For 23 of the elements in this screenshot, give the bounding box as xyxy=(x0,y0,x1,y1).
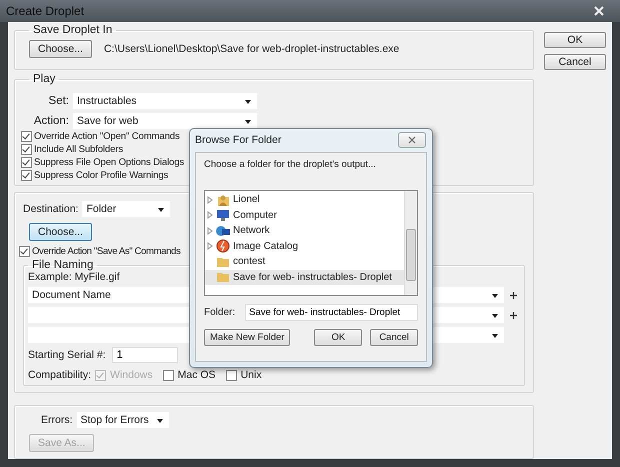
droplet-path: C:\Users\Lionel\Desktop\Save for web-droplet-instructables.exe xyxy=(104,43,400,55)
folder-label: Folder: xyxy=(204,307,236,318)
compatibility-label: Compatibility: xyxy=(28,369,92,381)
set-label: Set: xyxy=(48,95,69,107)
example-text: Example: MyFile.gif xyxy=(28,271,120,283)
window-title: Create Droplet xyxy=(6,4,84,18)
checkbox-label: Override Action "Save As" Commands xyxy=(32,246,180,257)
section-title: Play xyxy=(32,73,56,85)
checkbox-label: Mac OS xyxy=(178,369,216,381)
checkbox-label: Suppress Color Profile Warnings xyxy=(34,170,168,181)
checkbox-label: Unix xyxy=(240,369,262,381)
checkbox-label: Windows xyxy=(110,369,153,381)
destination-label: Destination: xyxy=(23,203,78,215)
section-title: Save Droplet In xyxy=(32,24,114,36)
action-label: Action: xyxy=(32,115,69,127)
errors-label: Errors: xyxy=(41,414,72,426)
checkbox-label: Include All Subfolders xyxy=(34,144,123,155)
dialog-title: Browse For Folder xyxy=(195,134,282,146)
checkbox-label: Suppress File Open Options Dialogs xyxy=(34,157,184,168)
section-title: File Naming xyxy=(31,259,94,271)
prompt-text: Choose a folder for the droplet's output... xyxy=(204,159,377,170)
serial-label: Starting Serial #: xyxy=(28,349,106,361)
checkbox-label: Override Action "Open" Commands xyxy=(34,131,180,142)
